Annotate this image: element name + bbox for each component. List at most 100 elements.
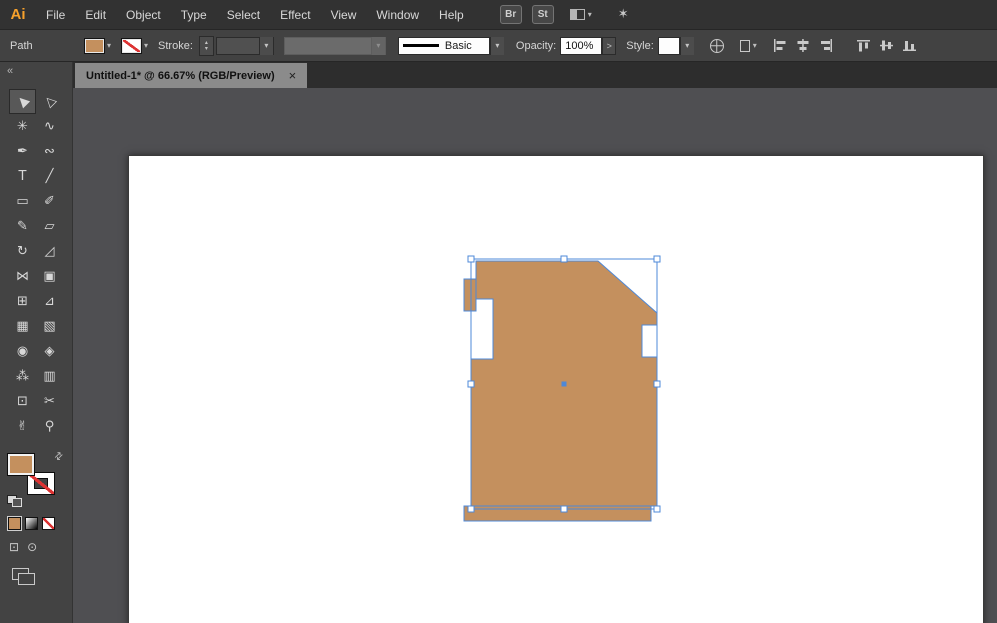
mesh-tool[interactable]: ▦ [9,314,36,339]
artboard-tool-icon: ⊡ [17,394,28,409]
stroke-weight-stepper[interactable]: ▴ ▾ [198,35,214,56]
artboard[interactable] [128,155,984,623]
swap-fill-stroke-icon[interactable]: ⇄ [52,450,66,464]
align-middle-icon[interactable] [879,39,894,52]
width-tool-icon: ⋈ [16,269,29,284]
type-tool[interactable]: T [9,164,36,189]
selection-handle [653,380,661,388]
menu-help[interactable]: Help [429,8,474,22]
eyedropper-tool[interactable]: ◉ [9,339,36,364]
align-right-icon[interactable] [819,39,833,52]
chevron-down-icon: ▾ [144,41,149,50]
align-top-icon[interactable] [856,39,871,52]
stroke-none-swatch [121,37,143,54]
opacity-label: Opacity: [515,39,557,52]
pencil-tool[interactable]: ✎ [9,214,36,239]
artboard-tool[interactable]: ⊡ [9,389,36,414]
document-tab[interactable]: Untitled-1* @ 66.67% (RGB/Preview) × [75,63,308,88]
align-center-icon[interactable] [796,39,810,52]
menu-window[interactable]: Window [366,8,429,22]
chevron-down-icon: ▾ [370,36,385,55]
opacity-field[interactable]: 100% [560,36,603,55]
chevron-down-icon[interactable]: ▾ [489,36,504,55]
stroke-weight-select[interactable]: ▾ [215,36,274,55]
graphic-style-swatch[interactable] [657,36,680,55]
align-left-icon[interactable] [773,39,787,52]
fill-swatch[interactable] [7,453,35,476]
menu-select[interactable]: Select [217,8,270,22]
slice-tool[interactable]: ✂ [36,389,63,414]
none-button[interactable] [42,517,55,530]
illustrator-window: Ai File Edit Object Type Select Effect View Win… [0,0,997,623]
lasso-tool[interactable]: ∿ [36,114,63,139]
bridge-button[interactable]: Br [499,5,522,24]
hand-tool[interactable]: ✌ [9,414,36,439]
zoom-tool[interactable]: ⚲ [36,414,63,439]
type-tool-icon: T [18,169,27,184]
scale-tool[interactable]: ◿ [36,239,63,264]
arrange-documents-icon [569,9,585,20]
recolor-artwork-icon[interactable] [709,38,724,53]
menu-object[interactable]: Object [116,8,171,22]
menu-edit[interactable]: Edit [75,8,116,22]
color-button[interactable] [8,517,21,530]
brush-definition-box[interactable]: Basic [397,36,490,55]
line-segment-tool[interactable]: ╱ [36,164,63,189]
stepper-down-icon[interactable]: ▾ [200,46,213,52]
pen-tool[interactable]: ✒ [9,139,36,164]
collapse-panel-icon[interactable]: « [0,62,72,77]
control-bar: Path ▾ ▾ Stroke: ▴ ▾ ▾ ▾ Basic ▾ Opacity… [0,30,997,83]
direct-selection-tool[interactable]: ▷ [36,89,63,114]
feather-icon[interactable]: ✶ [618,7,629,22]
column-graph-tool[interactable]: ▥ [36,364,63,389]
perspective-grid-tool[interactable]: ⊿ [36,289,63,314]
symbol-sprayer-tool-icon: ⁂ [16,369,29,384]
pen-tool-icon: ✒ [17,144,28,159]
symbol-sprayer-tool[interactable]: ⁂ [9,364,36,389]
change-screen-mode-button[interactable] [12,568,35,585]
paintbrush-tool[interactable]: ✐ [36,189,63,214]
draw-normal-button[interactable]: ⊡ [9,540,19,554]
default-fill-stroke-icon[interactable] [7,495,22,507]
align-bottom-icon[interactable] [902,39,917,52]
shape-left-tab [463,278,477,312]
pasteboard[interactable] [73,88,997,623]
rotate-tool[interactable]: ↻ [9,239,36,264]
menu-effect[interactable]: Effect [270,8,320,22]
chevron-down-icon[interactable]: ▾ [679,36,694,55]
shape-bottom-bar [463,505,652,522]
close-tab-icon[interactable]: × [289,68,297,83]
curvature-tool[interactable]: ∾ [36,139,63,164]
style-label: Style: [626,39,654,52]
gradient-button[interactable] [25,517,38,530]
menu-type[interactable]: Type [171,8,217,22]
selection-handle [467,380,475,388]
width-tool[interactable]: ⋈ [9,264,36,289]
app-logo: Ai [10,6,26,23]
chevron-down-icon: ▾ [587,10,592,19]
menu-file[interactable]: File [36,8,75,22]
rectangle-tool[interactable]: ▭ [9,189,36,214]
draw-behind-button[interactable]: ⊙ [27,540,37,554]
selection-handle [560,505,568,513]
slice-tool-icon: ✂ [44,394,55,409]
menu-view[interactable]: View [321,8,367,22]
selected-shape[interactable] [129,156,983,623]
selection-tool[interactable]: ▶ [9,89,36,114]
fill-color-picker[interactable]: ▾ [84,37,111,54]
blend-tool-icon: ◈ [44,344,55,359]
blend-tool[interactable]: ◈ [36,339,63,364]
magic-wand-tool[interactable]: ✳ [9,114,36,139]
brush-definition-select[interactable]: Basic ▾ [397,36,504,55]
stroke-color-picker[interactable]: ▾ [121,37,149,54]
free-transform-tool[interactable]: ▣ [36,264,63,289]
tools-panel: « ▶ ▷ ✳ ∿ ✒ ∾ T ╱ ▭ ✐ ✎ ▱ ↻ ◿ ⋈ ▣ ⊞ ⊿ ▦ ▧ ◉ ◈ ⁂ ▥ ⊡ ✂ ✌ ⚲ ⇄ ⊡ ⊙ [0,62,73,623]
gradient-tool[interactable]: ▧ [36,314,63,339]
stock-button[interactable]: St [531,5,554,24]
chevron-down-icon[interactable]: ▾ [258,36,273,55]
isolate-mode-button[interactable]: ▾ [739,39,757,52]
opacity-arrow-button[interactable]: > [602,36,617,55]
eraser-tool[interactable]: ▱ [36,214,63,239]
arrange-documents-button[interactable]: ▾ [569,9,592,20]
shape-builder-tool[interactable]: ⊞ [9,289,36,314]
